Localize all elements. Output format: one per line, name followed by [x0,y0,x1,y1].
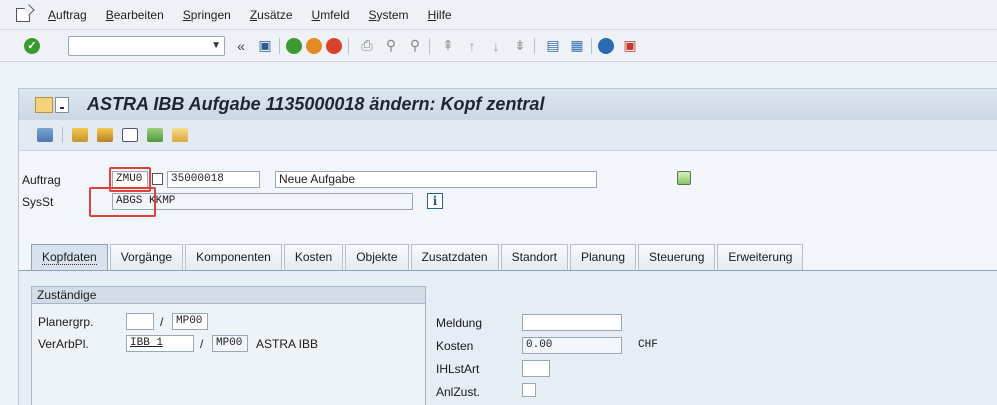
print-icon[interactable]: ⎙ [359,37,375,54]
shortcut-icon[interactable]: ▦ [569,37,585,54]
menu-springen[interactable]: Springen [183,8,231,22]
display-change-icon[interactable] [37,128,53,142]
transaction-icon[interactable] [35,96,53,113]
ihlstart-label: IHLstArt [436,362,480,376]
anlzust-checkbox[interactable] [522,383,536,397]
edit-icon[interactable] [147,128,163,142]
tab-label: Vorgänge [120,250,173,264]
ihlstart-field[interactable] [522,360,550,377]
back-history-button[interactable]: « [233,38,249,54]
next-page-icon[interactable]: ↓ [488,38,504,54]
tab-komponenten[interactable]: Komponenten [185,244,282,270]
last-page-icon[interactable]: ⇟ [512,37,528,54]
toolbar-separator [534,37,535,54]
tab-objekte[interactable]: Objekte [345,244,409,270]
tab-planung[interactable]: Planung [569,244,637,270]
planergrp-field[interactable] [126,313,154,330]
kosten-currency: CHF [638,339,658,351]
toolbar-separator [348,37,349,54]
auftrag-number-field[interactable]: 35000018 [167,171,260,188]
verarbpl-label: VerArbPl. [38,337,89,351]
menu-auftrag[interactable]: Auftrag [48,8,87,22]
system-menu-icon[interactable] [55,96,69,113]
planergrp-label: Planergrp. [38,315,94,329]
auftrag-description-field[interactable]: Neue Aufgabe [275,171,597,188]
first-page-icon[interactable]: ⇞ [440,37,456,54]
new-session-icon[interactable]: ▤ [545,37,561,54]
sysst-label: SysSt [22,195,54,209]
auftrag-label: Auftrag [22,173,61,187]
find-next-icon[interactable]: ⚲ [407,37,423,54]
save-icon[interactable]: ▣ [257,37,273,54]
meldung-field[interactable] [522,314,622,331]
highlight-box [89,187,156,217]
tab-zusatzdaten[interactable]: Zusatzdaten [410,244,499,270]
main-content: Auftrag ZMU0 35000018 Neue Aufgabe SysSt… [18,150,997,405]
copy-icon[interactable] [152,173,163,185]
status-icon[interactable] [677,171,691,185]
tab-kopfdaten[interactable]: Kopfdaten [31,244,108,270]
menu-system[interactable]: System [369,8,409,22]
tab-label: Zusatzdaten [421,250,488,264]
tab-kosten[interactable]: Kosten [283,244,344,270]
screen-title-bar: ASTRA IBB Aufgabe 1135000018 ändern: Kop… [18,88,997,120]
slash-separator: / [200,337,204,351]
page-title: ASTRA IBB Aufgabe 1135000018 ändern: Kop… [87,94,545,114]
components-icon[interactable] [97,128,113,142]
anlzust-label: AnlZust. [436,385,481,399]
kosten-field: 0.00 [522,337,622,354]
group-title: Zuständige [32,287,425,304]
standard-toolbar: ✓ ▼ « ▣ ⎙ ⚲ ⚲ ⇞ ↑ ↓ ⇟ ▤ ▦ ▣ [0,30,997,62]
toolbar-separator [62,127,63,143]
menu-zusaetze[interactable]: Zusätze [250,8,293,22]
menu-bearbeiten[interactable]: Bearbeiten [106,8,164,22]
exit-icon[interactable] [306,37,322,54]
customize-layout-icon[interactable]: ▣ [622,37,638,54]
operations-icon[interactable] [72,128,88,142]
menu-umfeld[interactable]: Umfeld [312,8,350,22]
document-icon[interactable] [172,128,188,142]
info-icon[interactable]: i [427,193,443,209]
tab-label: Standort [511,250,557,264]
application-toolbar [18,120,997,150]
tab-label: Kosten [294,250,333,264]
enter-check-icon[interactable]: ✓ [24,37,40,54]
tab-label: Erweiterung [728,250,793,264]
planergrp-werk-field[interactable]: MP00 [172,313,208,330]
back-icon[interactable] [286,37,302,54]
verarbpl-werk-field: MP00 [212,335,248,352]
find-icon[interactable]: ⚲ [383,37,399,54]
right-panel: Meldung Kosten 0.00 CHF IHLstArt AnlZust… [426,286,997,405]
text-icon[interactable] [122,128,138,142]
tab-steuerung[interactable]: Steuerung [638,244,716,270]
toolbar-separator [591,37,592,54]
tab-vorgaenge[interactable]: Vorgänge [109,244,184,270]
help-icon[interactable] [598,37,614,54]
menu-exit-icon[interactable] [16,7,30,22]
tab-label: Planung [580,250,626,264]
menu-hilfe[interactable]: Hilfe [428,8,452,22]
meldung-label: Meldung [436,316,483,330]
system-status-field: ABGS KKMP [112,193,413,210]
verarbpl-field[interactable]: IBB 1 [126,335,194,352]
cancel-icon[interactable] [326,37,342,54]
verarbpl-text: ASTRA IBB [256,337,319,351]
zustaendige-group: Zuständige Planergrp. / MP00 VerArbPl. I… [31,286,426,405]
tab-standort[interactable]: Standort [500,244,568,270]
tab-label: Objekte [356,250,398,264]
command-field[interactable]: ▼ [68,35,225,56]
dropdown-arrow-icon[interactable]: ▼ [211,40,221,51]
toolbar-separator [429,37,430,54]
previous-page-icon[interactable]: ↑ [464,38,480,54]
toolbar-separator [279,37,280,54]
tab-panel-kopfdaten: Zuständige Planergrp. / MP00 VerArbPl. I… [19,270,997,405]
tab-label: Kopfdaten [42,250,97,265]
tab-strip: Kopfdaten Vorgänge Komponenten Kosten Ob… [19,244,805,270]
menu-bar: Auftrag Bearbeiten Springen Zusätze Umfe… [0,0,997,30]
tab-label: Steuerung [649,250,705,264]
tab-label: Komponenten [196,250,271,264]
slash-separator: / [160,315,164,329]
kosten-label: Kosten [436,339,474,353]
tab-erweiterung[interactable]: Erweiterung [717,244,804,270]
